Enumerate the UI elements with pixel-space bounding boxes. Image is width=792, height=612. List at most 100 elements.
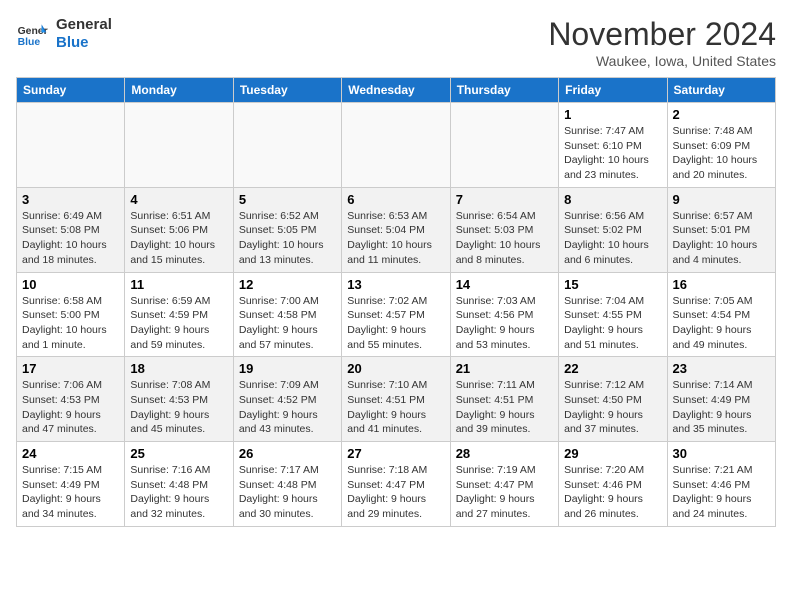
- calendar-header-row: SundayMondayTuesdayWednesdayThursdayFrid…: [17, 78, 776, 103]
- day-number: 18: [130, 361, 227, 376]
- calendar-cell: 12 Sunrise: 7:00 AMSunset: 4:58 PMDayligh…: [233, 272, 341, 357]
- calendar-cell: 24Sunrise: 7:15 AMSunset: 4:49 PMDayligh…: [17, 442, 125, 527]
- calendar-cell: [125, 103, 233, 188]
- day-info: Sunrise: 7:08 AMSunset: 4:53 PMDaylight:…: [130, 378, 227, 437]
- calendar-cell: 26 Sunrise: 7:17 AMSunset: 4:48 PMDayligh…: [233, 442, 341, 527]
- calendar-cell: 19 Sunrise: 7:09 AMSunset: 4:52 PMDayligh…: [233, 357, 341, 442]
- day-number: 6: [347, 192, 444, 207]
- day-number: 28: [456, 446, 553, 461]
- day-info: Sunrise: 6:58 AMSunset: 5:00 PMDaylight:…: [22, 294, 119, 353]
- calendar-cell: 8 Sunrise: 6:56 AMSunset: 5:02 PMDaylight…: [559, 187, 667, 272]
- calendar-week-row: 17 Sunrise: 7:06 AMSunset: 4:53 PMDayligh…: [17, 357, 776, 442]
- day-number: 11: [130, 277, 227, 292]
- logo: General Blue General Blue: [16, 16, 112, 52]
- header: General Blue General Blue November 2024 …: [16, 16, 776, 69]
- calendar-cell: 29 Sunrise: 7:20 AMSunset: 4:46 PMDayligh…: [559, 442, 667, 527]
- day-info: Sunrise: 7:20 AMSunset: 4:46 PMDaylight:…: [564, 463, 661, 522]
- day-number: 5: [239, 192, 336, 207]
- day-info: Sunrise: 7:09 AMSunset: 4:52 PMDaylight:…: [239, 378, 336, 437]
- day-info: Sunrise: 6:52 AMSunset: 5:05 PMDaylight:…: [239, 209, 336, 268]
- day-info: Sunrise: 7:02 AMSunset: 4:57 PMDaylight:…: [347, 294, 444, 353]
- day-number: 23: [673, 361, 770, 376]
- calendar-cell: 4 Sunrise: 6:51 AMSunset: 5:06 PMDaylight…: [125, 187, 233, 272]
- day-info: Sunrise: 7:17 AMSunset: 4:48 PMDaylight:…: [239, 463, 336, 522]
- calendar-cell: 23 Sunrise: 7:14 AMSunset: 4:49 PMDayligh…: [667, 357, 775, 442]
- calendar-week-row: 3 Sunrise: 6:49 AMSunset: 5:08 PMDaylight…: [17, 187, 776, 272]
- day-number: 17: [22, 361, 119, 376]
- location-title: Waukee, Iowa, United States: [548, 53, 776, 69]
- calendar-cell: [342, 103, 450, 188]
- calendar-header-sunday: Sunday: [17, 78, 125, 103]
- day-number: 21: [456, 361, 553, 376]
- calendar-cell: 28 Sunrise: 7:19 AMSunset: 4:47 PMDayligh…: [450, 442, 558, 527]
- svg-text:Blue: Blue: [18, 37, 41, 48]
- calendar-week-row: 10 Sunrise: 6:58 AMSunset: 5:00 PMDayligh…: [17, 272, 776, 357]
- day-number: 30: [673, 446, 770, 461]
- day-number: 16: [673, 277, 770, 292]
- calendar-header-friday: Friday: [559, 78, 667, 103]
- calendar-cell: 2 Sunrise: 7:48 AMSunset: 6:09 PMDaylight…: [667, 103, 775, 188]
- day-info: Sunrise: 7:14 AMSunset: 4:49 PMDaylight:…: [673, 378, 770, 437]
- day-number: 8: [564, 192, 661, 207]
- day-number: 3: [22, 192, 119, 207]
- day-number: 4: [130, 192, 227, 207]
- day-number: 13: [347, 277, 444, 292]
- calendar-cell: 6Sunrise: 6:53 AMSunset: 5:04 PMDaylight…: [342, 187, 450, 272]
- day-info: Sunrise: 7:48 AMSunset: 6:09 PMDaylight:…: [673, 124, 770, 183]
- day-number: 9: [673, 192, 770, 207]
- calendar-cell: 21 Sunrise: 7:11 AMSunset: 4:51 PMDayligh…: [450, 357, 558, 442]
- day-number: 20: [347, 361, 444, 376]
- calendar-cell: 5 Sunrise: 6:52 AMSunset: 5:05 PMDaylight…: [233, 187, 341, 272]
- calendar-cell: 13 Sunrise: 7:02 AMSunset: 4:57 PMDayligh…: [342, 272, 450, 357]
- day-info: Sunrise: 7:15 AMSunset: 4:49 PMDaylight:…: [22, 463, 119, 522]
- calendar-cell: [233, 103, 341, 188]
- day-info: Sunrise: 7:04 AMSunset: 4:55 PMDaylight:…: [564, 294, 661, 353]
- calendar: SundayMondayTuesdayWednesdayThursdayFrid…: [16, 77, 776, 527]
- day-info: Sunrise: 7:19 AMSunset: 4:47 PMDaylight:…: [456, 463, 553, 522]
- calendar-cell: 30Sunrise: 7:21 AMSunset: 4:46 PMDayligh…: [667, 442, 775, 527]
- day-number: 2: [673, 107, 770, 122]
- day-info: Sunrise: 7:18 AMSunset: 4:47 PMDaylight:…: [347, 463, 444, 522]
- day-number: 22: [564, 361, 661, 376]
- calendar-cell: 9 Sunrise: 6:57 AMSunset: 5:01 PMDaylight…: [667, 187, 775, 272]
- day-info: Sunrise: 7:05 AMSunset: 4:54 PMDaylight:…: [673, 294, 770, 353]
- day-number: 26: [239, 446, 336, 461]
- day-number: 29: [564, 446, 661, 461]
- calendar-cell: 22 Sunrise: 7:12 AMSunset: 4:50 PMDayligh…: [559, 357, 667, 442]
- day-number: 12: [239, 277, 336, 292]
- day-info: Sunrise: 7:00 AMSunset: 4:58 PMDaylight:…: [239, 294, 336, 353]
- day-info: Sunrise: 7:10 AMSunset: 4:51 PMDaylight:…: [347, 378, 444, 437]
- day-info: Sunrise: 7:47 AMSunset: 6:10 PMDaylight:…: [564, 124, 661, 183]
- calendar-header-thursday: Thursday: [450, 78, 558, 103]
- day-info: Sunrise: 6:51 AMSunset: 5:06 PMDaylight:…: [130, 209, 227, 268]
- logo-line2: Blue: [56, 34, 112, 52]
- day-info: Sunrise: 7:11 AMSunset: 4:51 PMDaylight:…: [456, 378, 553, 437]
- day-number: 27: [347, 446, 444, 461]
- day-info: Sunrise: 6:54 AMSunset: 5:03 PMDaylight:…: [456, 209, 553, 268]
- calendar-cell: 27 Sunrise: 7:18 AMSunset: 4:47 PMDayligh…: [342, 442, 450, 527]
- day-number: 10: [22, 277, 119, 292]
- day-number: 25: [130, 446, 227, 461]
- logo-line1: General: [56, 16, 112, 34]
- day-number: 19: [239, 361, 336, 376]
- calendar-cell: 16 Sunrise: 7:05 AMSunset: 4:54 PMDayligh…: [667, 272, 775, 357]
- calendar-cell: 25 Sunrise: 7:16 AMSunset: 4:48 PMDayligh…: [125, 442, 233, 527]
- day-info: Sunrise: 6:57 AMSunset: 5:01 PMDaylight:…: [673, 209, 770, 268]
- day-info: Sunrise: 6:56 AMSunset: 5:02 PMDaylight:…: [564, 209, 661, 268]
- calendar-cell: [450, 103, 558, 188]
- calendar-cell: 17 Sunrise: 7:06 AMSunset: 4:53 PMDayligh…: [17, 357, 125, 442]
- calendar-week-row: 1Sunrise: 7:47 AMSunset: 6:10 PMDaylight…: [17, 103, 776, 188]
- calendar-cell: 7Sunrise: 6:54 AMSunset: 5:03 PMDaylight…: [450, 187, 558, 272]
- calendar-cell: 3 Sunrise: 6:49 AMSunset: 5:08 PMDaylight…: [17, 187, 125, 272]
- day-info: Sunrise: 7:12 AMSunset: 4:50 PMDaylight:…: [564, 378, 661, 437]
- calendar-cell: [17, 103, 125, 188]
- day-info: Sunrise: 7:06 AMSunset: 4:53 PMDaylight:…: [22, 378, 119, 437]
- calendar-cell: 11Sunrise: 6:59 AMSunset: 4:59 PMDayligh…: [125, 272, 233, 357]
- day-info: Sunrise: 7:16 AMSunset: 4:48 PMDaylight:…: [130, 463, 227, 522]
- day-number: 14: [456, 277, 553, 292]
- month-title: November 2024: [548, 16, 776, 53]
- logo-icon: General Blue: [16, 18, 48, 50]
- day-info: Sunrise: 6:49 AMSunset: 5:08 PMDaylight:…: [22, 209, 119, 268]
- day-info: Sunrise: 7:03 AMSunset: 4:56 PMDaylight:…: [456, 294, 553, 353]
- title-area: November 2024 Waukee, Iowa, United State…: [548, 16, 776, 69]
